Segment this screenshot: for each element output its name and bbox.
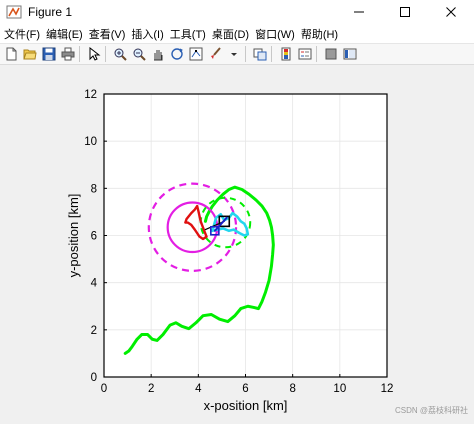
- save-button[interactable]: [41, 46, 57, 62]
- toolbar-separator: [79, 46, 80, 62]
- x-tick-label: 2: [148, 383, 154, 395]
- x-axis-label: x-position [km]: [204, 398, 288, 413]
- save-icon: [42, 47, 56, 61]
- x-tick-label: 10: [333, 383, 346, 395]
- y-tick-label: 6: [91, 231, 97, 243]
- menu-file[interactable]: 文件(F): [0, 26, 43, 42]
- y-tick-label: 12: [84, 89, 97, 101]
- rotate-3d-icon: [171, 48, 183, 60]
- minimize-icon: [354, 11, 364, 13]
- show-plot-tools-button[interactable]: [342, 46, 358, 62]
- colorbar-icon: [281, 47, 291, 61]
- data-cursor-button[interactable]: [188, 46, 204, 62]
- link-plot-button[interactable]: [252, 46, 268, 62]
- print-button[interactable]: [60, 46, 76, 62]
- colorbar-button[interactable]: [278, 46, 294, 62]
- legend-icon: [298, 48, 312, 60]
- pan-icon: [154, 50, 163, 61]
- chevron-down-icon: [231, 53, 237, 56]
- brush-dropdown-button[interactable]: [226, 46, 242, 62]
- figure-canvas: 0 2 4 6 8 10 12 0 2 4 6 8 10 12 x-position [km] y-posit…: [0, 65, 474, 419]
- legend-button[interactable]: [297, 46, 313, 62]
- x-tick-label: 6: [242, 383, 248, 395]
- rotate-3d-button[interactable]: [169, 46, 185, 62]
- zoom-in-button[interactable]: [112, 46, 128, 62]
- window-titlebar: Figure 1: [0, 0, 474, 24]
- close-icon: [446, 7, 456, 17]
- menu-bar: 文件(F) 编辑(E) 查看(V) 插入(I) 工具(T) 桌面(D) 窗口(W…: [0, 24, 474, 44]
- brush-button[interactable]: [207, 46, 223, 62]
- y-axis-label: y-position [km]: [66, 194, 81, 278]
- plot-svg[interactable]: 0 2 4 6 8 10 12 0 2 4 6 8 10 12 x-position [km] y-posit…: [0, 65, 474, 419]
- zoom-out-button[interactable]: [131, 46, 147, 62]
- menu-insert[interactable]: 插入(I): [128, 26, 166, 42]
- new-figure-icon: [6, 47, 17, 61]
- new-figure-button[interactable]: [3, 46, 19, 62]
- x-tick-label: 4: [195, 383, 202, 395]
- show-plot-tools-icon: [343, 48, 357, 60]
- window-title: Figure 1: [28, 5, 73, 19]
- x-tick-label: 12: [381, 383, 394, 395]
- watermark-text: CSDN @荔枝科研社: [395, 405, 468, 415]
- figure-toolbar: [0, 44, 474, 65]
- y-tick-label: 2: [91, 325, 97, 337]
- toolbar-separator: [105, 46, 106, 62]
- data-cursor-icon: [189, 47, 203, 61]
- pointer-button[interactable]: [86, 46, 102, 62]
- brush-icon: [211, 47, 221, 59]
- menu-tools[interactable]: 工具(T): [167, 26, 209, 42]
- toolbar-separator: [316, 46, 317, 62]
- open-file-icon: [23, 49, 37, 60]
- y-tick-label: 10: [84, 136, 97, 148]
- pan-button[interactable]: [150, 46, 166, 62]
- y-tick-label: 0: [91, 372, 97, 384]
- minimize-button[interactable]: [336, 0, 382, 24]
- x-tick-label: 8: [289, 383, 295, 395]
- menu-help[interactable]: 帮助(H): [298, 26, 341, 42]
- zoom-in-icon: [114, 48, 127, 61]
- close-button[interactable]: [428, 0, 474, 24]
- pointer-icon: [89, 47, 101, 61]
- toolbar-separator: [245, 46, 246, 62]
- link-plot-icon: [253, 48, 267, 61]
- hide-plot-tools-icon: [325, 48, 337, 60]
- x-tick-label: 0: [101, 383, 107, 395]
- menu-view[interactable]: 查看(V): [86, 26, 129, 42]
- menu-edit[interactable]: 编辑(E): [43, 26, 86, 42]
- hide-plot-tools-button[interactable]: [323, 46, 339, 62]
- maximize-icon: [400, 7, 410, 17]
- y-tick-label: 8: [91, 183, 97, 195]
- print-icon: [61, 47, 75, 61]
- toolbar-separator: [271, 46, 272, 62]
- matlab-figure-icon: [6, 5, 22, 19]
- menu-desktop[interactable]: 桌面(D): [209, 26, 252, 42]
- menu-window[interactable]: 窗口(W): [252, 26, 298, 42]
- maximize-button[interactable]: [382, 0, 428, 24]
- open-file-button[interactable]: [22, 46, 38, 62]
- y-tick-label: 4: [91, 278, 98, 290]
- zoom-out-icon: [133, 48, 146, 61]
